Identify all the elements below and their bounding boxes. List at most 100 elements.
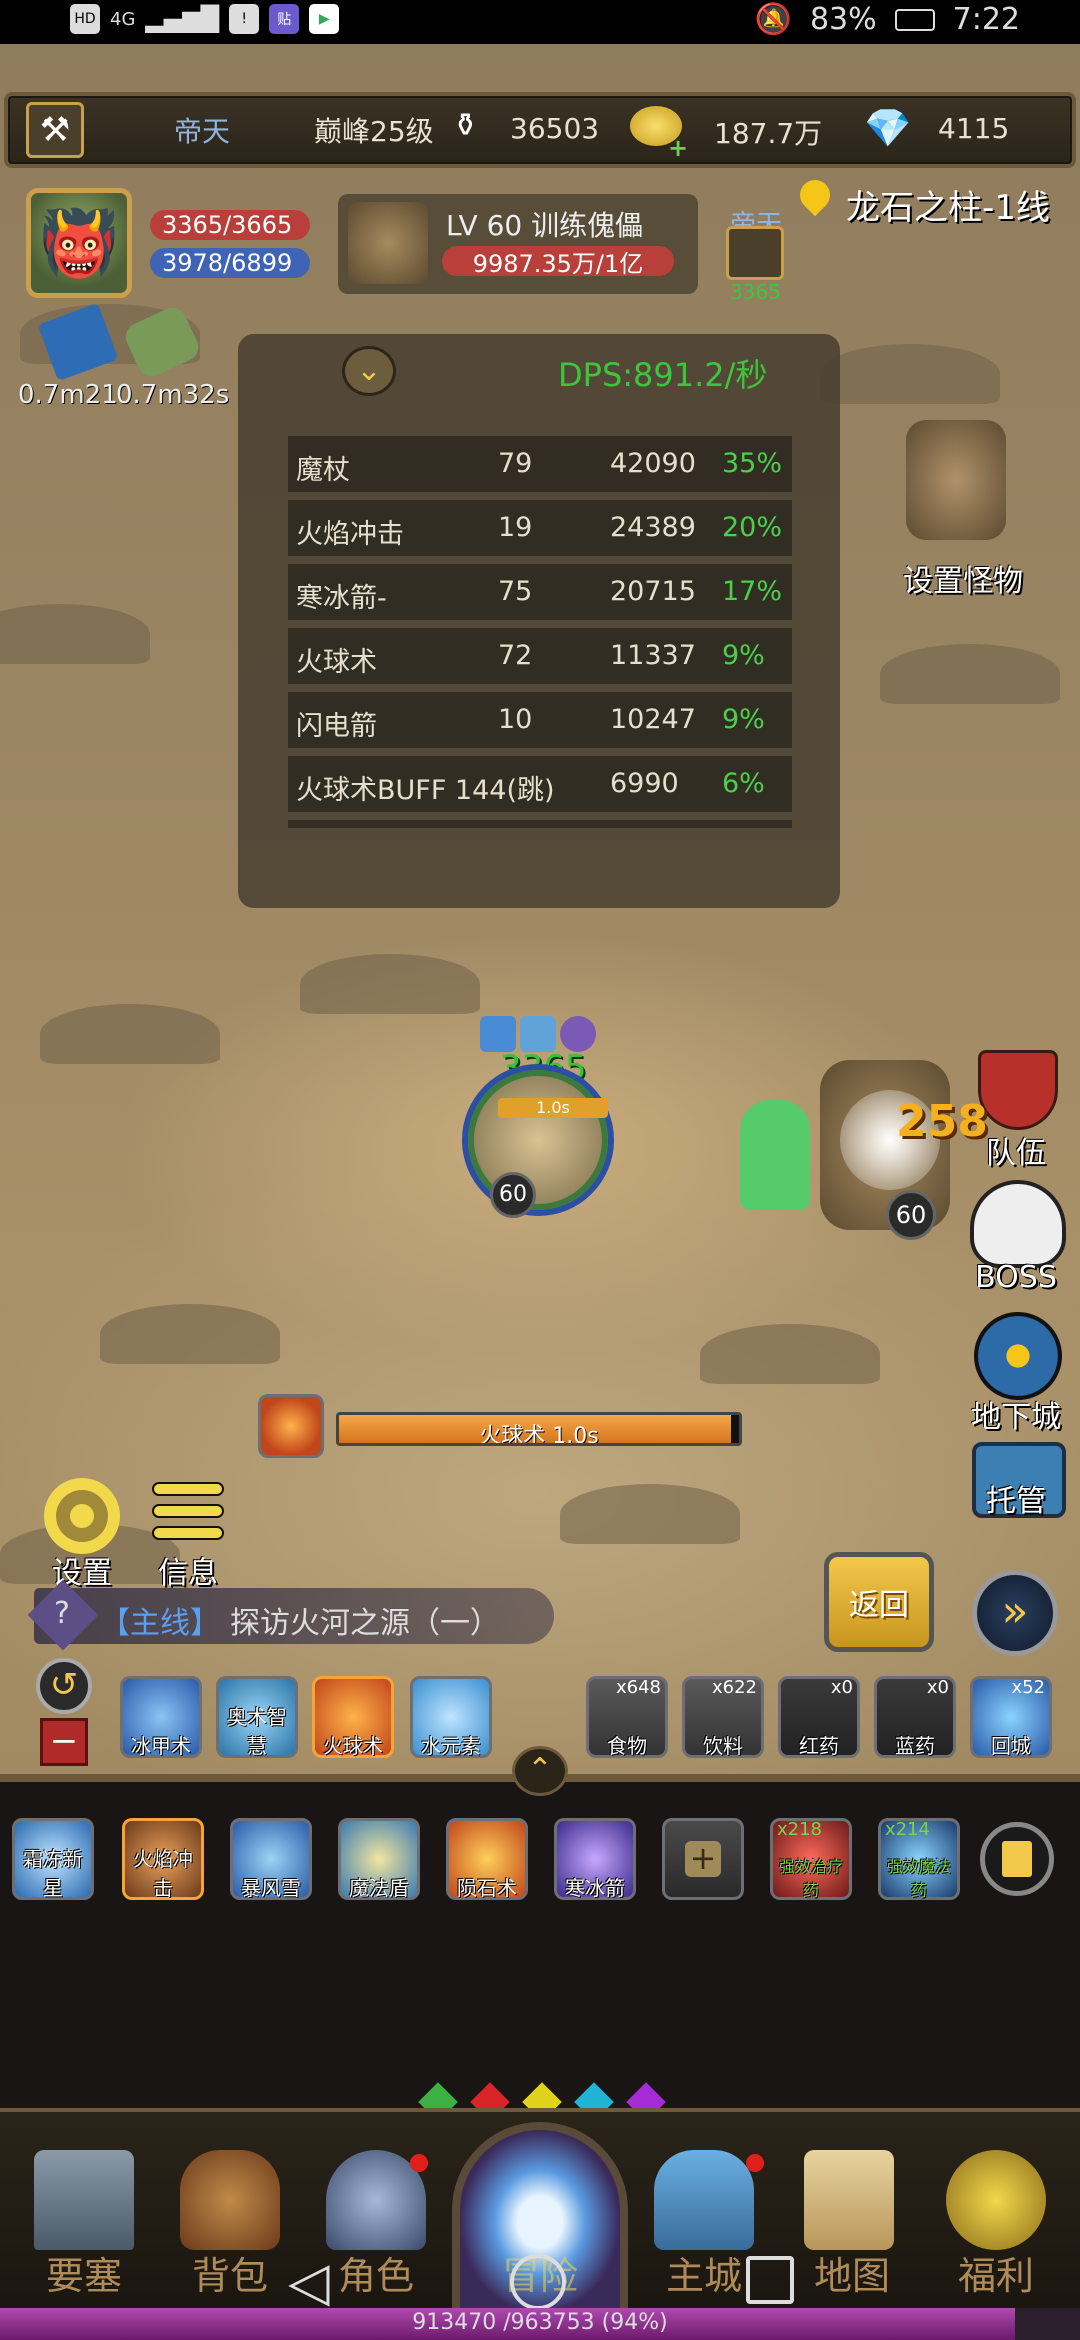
arcane-icon <box>520 1016 556 1052</box>
castle-icon[interactable] <box>654 2150 754 2250</box>
collapse-chevron-icon[interactable]: ⌄ <box>342 346 396 396</box>
skill-fire-blast[interactable]: 火焰冲击 <box>122 1818 204 1900</box>
golem-icon <box>348 202 428 284</box>
team-icon[interactable] <box>978 1050 1058 1130</box>
consumable-food[interactable]: x648 食物 <box>586 1676 668 1758</box>
expand-chevron-icon[interactable]: ⌃ <box>512 1746 568 1796</box>
dps-damage: 11337 <box>610 640 696 671</box>
dps-row: 闪电箭 10 10247 9% <box>288 692 792 748</box>
auto-label[interactable]: 托管 <box>956 1476 1076 1520</box>
player-name: 帝天 <box>174 115 231 148</box>
android-home-icon[interactable] <box>510 2254 566 2310</box>
consumable-blue-potion[interactable]: x0 蓝药 <box>874 1676 956 1758</box>
dps-pct: 9% <box>722 640 765 671</box>
potion-count: x218 <box>777 1819 823 1840</box>
minus-icon[interactable]: − <box>40 1718 88 1766</box>
dps-hits: 10 <box>498 704 533 735</box>
status-bar: HD 4G ▂▄▆█ ! 贴 ▶ 🔕 83% 7:22 <box>0 0 1080 44</box>
consumable-drink[interactable]: x622 饮料 <box>682 1676 764 1758</box>
location-label[interactable]: 龙石之柱-1线 <box>846 180 1050 229</box>
back-button[interactable]: 返回 <box>824 1552 934 1652</box>
menu-icon[interactable] <box>152 1482 224 1548</box>
consumable-count: x52 <box>1011 1677 1045 1698</box>
status-left: HD 4G ▂▄▆█ ! 贴 ▶ <box>70 4 340 34</box>
fast-forward-icon[interactable]: » <box>972 1570 1058 1656</box>
settings-label[interactable]: 设置 <box>22 1548 142 1592</box>
buff-slot-ice-armor[interactable]: 冰甲术 <box>120 1676 202 1758</box>
exp-bar: 913470 /963753 (94%) <box>0 2308 1080 2340</box>
consumable-return-scroll[interactable]: x52 回城 <box>970 1676 1052 1758</box>
rock-decoration <box>820 344 1000 404</box>
backpack-icon[interactable] <box>180 2150 280 2250</box>
party-member-icon[interactable] <box>726 226 784 280</box>
resource-bar: ⚒ 帝天 巅峰25级 ⚱ 36503 + 187.7万 💎 4115 <box>4 92 1076 168</box>
buff-timer-2: 0.7m32s <box>116 380 230 410</box>
consumable-red-potion[interactable]: x0 红药 <box>778 1676 860 1758</box>
quest-tracker[interactable]: ? 【主线】 探访火河之源（一） <box>27 1579 554 1651</box>
dps-pct: 20% <box>722 512 783 543</box>
dungeon-label[interactable]: 地下城 <box>956 1392 1076 1436</box>
dps-row: 寒冰箭- 75 20715 17% <box>288 564 792 620</box>
dps-damage: 10247 <box>610 704 696 735</box>
buff-slot-label: 水元素 <box>421 1734 481 1758</box>
rock-decoration <box>300 954 480 1014</box>
buff-slot-label: 火球术 <box>323 1734 383 1758</box>
clock: 7:22 <box>952 2 1020 37</box>
skill-label: 寒冰箭 <box>565 1876 625 1900</box>
weapon-icon[interactable]: ⚒ <box>26 102 84 158</box>
target-hp-bar: 9987.35万/1亿 <box>442 246 674 278</box>
battery-label: 83% <box>809 2 877 37</box>
nav-backpack[interactable]: 背包 <box>160 2245 300 2300</box>
buff-slot-arcane-intellect[interactable]: 奥术智慧 <box>216 1676 298 1758</box>
player-hp-text: 3365/3665 <box>162 211 293 239</box>
play-store-icon: ▶ <box>309 4 340 34</box>
boss-label[interactable]: BOSS <box>956 1260 1076 1295</box>
rock-decoration <box>0 604 150 664</box>
buff-slot-fireball[interactable]: 火球术 <box>312 1676 394 1758</box>
player-cast-timer: 1.0s <box>536 1098 570 1117</box>
nav-welfare[interactable]: 福利 <box>926 2245 1066 2300</box>
player-avatar[interactable]: 👹 <box>26 188 132 298</box>
add-skill-slot[interactable]: + <box>662 1818 744 1900</box>
player-mp-bar: 3978/6899 <box>150 248 310 278</box>
diamond-icon[interactable]: 💎 <box>864 106 911 151</box>
cast-bar-label: 火球术 1.0s <box>479 1424 599 1446</box>
dps-skill: 火焰冲击 <box>296 519 404 550</box>
gear-icon[interactable] <box>44 1478 120 1554</box>
dps-skill: 火球术BUFF 144(跳) <box>296 775 555 806</box>
dps-hits: 72 <box>498 640 533 671</box>
skill-meteor[interactable]: 陨石术 <box>446 1818 528 1900</box>
set-monster-button[interactable] <box>886 420 1026 550</box>
skill-frost-nova[interactable]: 霜冻新星 <box>12 1818 94 1900</box>
dps-pct: 6% <box>722 768 765 799</box>
skill-frostbolt[interactable]: 寒冰箭 <box>554 1818 636 1900</box>
fortress-icon[interactable] <box>34 2150 134 2250</box>
dps-skill: 寒冰箭- <box>296 583 387 614</box>
nav-fortress[interactable]: 要塞 <box>14 2245 154 2300</box>
android-recents-icon[interactable] <box>746 2256 794 2304</box>
potion-greater-healing[interactable]: x218 强效治疗药 <box>770 1818 852 1900</box>
rock-decoration <box>700 1324 880 1384</box>
player-cast-timer-bar: 1.0s <box>498 1098 608 1118</box>
dungeon-portal-icon[interactable] <box>974 1312 1062 1400</box>
gift-icon[interactable] <box>946 2150 1046 2250</box>
skill-blizzard[interactable]: 暴风雪 <box>230 1818 312 1900</box>
set-monster-label[interactable]: 设置怪物 <box>888 556 1038 600</box>
android-back-icon[interactable]: ◁ <box>288 2250 330 2313</box>
buff-slot-water-elemental[interactable]: 水元素 <box>410 1676 492 1758</box>
add-gold-icon[interactable]: + <box>668 134 688 162</box>
nav-map[interactable]: 地图 <box>782 2245 922 2300</box>
trash-icon[interactable] <box>980 1822 1054 1896</box>
skull-icon[interactable] <box>970 1180 1066 1268</box>
player-character[interactable] <box>468 1070 608 1210</box>
dps-damage: 6990 <box>610 768 679 799</box>
info-label[interactable]: 信息 <box>128 1548 248 1592</box>
skill-label: 陨石术 <box>457 1876 517 1900</box>
shield-icon <box>560 1016 596 1052</box>
map-scroll-icon[interactable] <box>804 2150 894 2250</box>
undo-icon[interactable]: ↺ <box>36 1658 92 1714</box>
skill-mana-shield[interactable]: 魔法盾 <box>338 1818 420 1900</box>
target-panel[interactable]: LV 60 训练傀儡 9987.35万/1亿 <box>338 194 698 294</box>
buff-slot-label: 奥术智慧 <box>227 1705 287 1758</box>
potion-greater-mana[interactable]: x214 强效魔法药 <box>878 1818 960 1900</box>
